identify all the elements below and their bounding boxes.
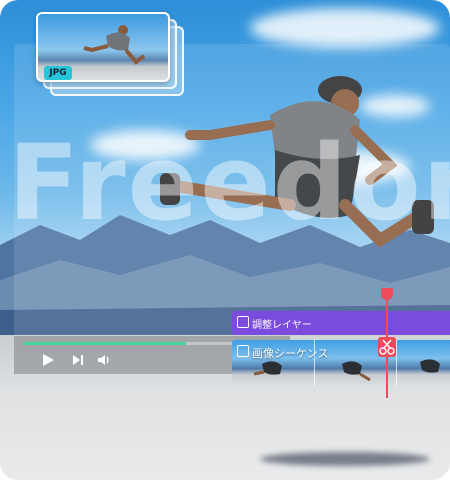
thumbnail-figure <box>83 25 146 65</box>
adjustment-layer-label: 調整レイヤー <box>252 320 312 331</box>
progress-fill <box>24 342 186 345</box>
skip-next-icon[interactable] <box>70 352 86 368</box>
scissors-icon[interactable] <box>378 337 396 357</box>
adjustment-layer-icon <box>237 316 249 328</box>
volume-icon[interactable] <box>96 352 112 368</box>
sequence-frame-figure <box>342 361 371 382</box>
image-thumbnail-stack[interactable]: JPG <box>36 12 186 102</box>
sequence-frame-figure <box>420 359 440 373</box>
thumbnail-card-front[interactable]: JPG <box>36 12 170 82</box>
watermark-title: Freedom <box>8 128 450 238</box>
play-icon[interactable] <box>40 352 56 368</box>
image-sequence-track[interactable]: 画像シーケンス <box>232 340 450 386</box>
sequence-frame-divider <box>396 340 397 386</box>
image-sequence-label: 画像シーケンス <box>252 347 329 360</box>
jumper-shadow <box>260 452 430 466</box>
adjustment-layer-track[interactable]: 調整レイヤー <box>232 311 450 335</box>
image-sequence-icon <box>237 345 249 357</box>
jpg-badge: JPG <box>44 66 72 80</box>
